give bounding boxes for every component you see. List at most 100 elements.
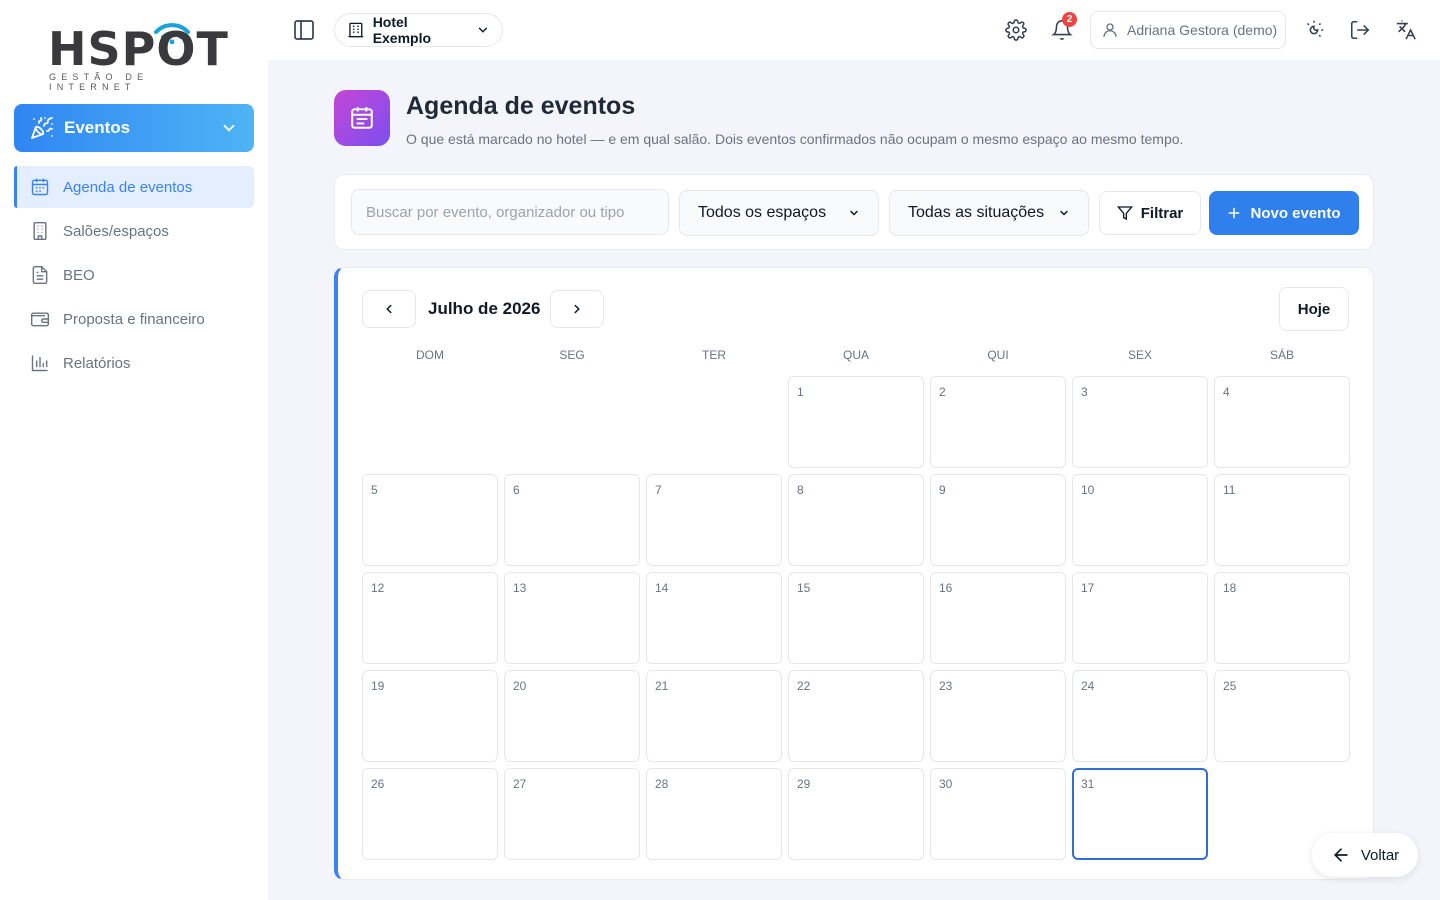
day-number: 5 — [371, 483, 378, 497]
day-number: 23 — [939, 679, 953, 693]
day-number: 15 — [797, 581, 811, 595]
search-input[interactable] — [351, 189, 669, 235]
chevron-down-icon — [850, 210, 858, 216]
calendar-day-cell[interactable]: 26 — [362, 768, 498, 860]
page-subtitle: O que está marcado no hotel — e em qual … — [406, 131, 1184, 147]
status-select-value: Todas as situações — [908, 204, 1045, 221]
sidebar-item-relatorios[interactable]: Relatórios — [14, 342, 254, 384]
prev-month-button[interactable] — [362, 290, 416, 328]
day-number: 27 — [513, 777, 527, 791]
topbar: Hotel Exemplo 2 Adriana Gestora (demo) — [268, 0, 1440, 60]
day-number: 18 — [1223, 581, 1237, 595]
module-selector-eventos[interactable]: Eventos — [14, 104, 254, 152]
notifications-bell-icon[interactable]: 2 — [1050, 12, 1077, 42]
theme-toggle-icon[interactable] — [1302, 18, 1326, 42]
calendar-day-cell[interactable]: 31 — [1072, 768, 1208, 860]
calendar-day-cell[interactable]: 5 — [362, 474, 498, 566]
calendar-day-cell[interactable]: 7 — [646, 474, 782, 566]
calendar-day-cell[interactable]: 11 — [1214, 474, 1350, 566]
calendar-day-cell[interactable]: 15 — [788, 572, 924, 664]
status-select[interactable]: Todas as situações — [889, 190, 1089, 236]
sidebar-item-proposta[interactable]: Proposta e financeiro — [14, 298, 254, 340]
filters-bar: Todos os espaços Todas as situações Filt… — [334, 174, 1374, 250]
sidebar-toggle-icon[interactable] — [292, 18, 316, 42]
calendar-day-cell[interactable]: 14 — [646, 572, 782, 664]
chevron-down-icon — [1060, 210, 1068, 216]
sidebar-item-saloes[interactable]: Salões/espaços — [14, 210, 254, 252]
weekday-header: DOM — [416, 348, 444, 362]
back-label: Voltar — [1360, 846, 1400, 864]
new-event-label: Novo evento — [1250, 204, 1341, 222]
calendar-day-cell[interactable]: 12 — [362, 572, 498, 664]
calendar-icon — [334, 90, 390, 146]
weekday-header: SÁB — [1269, 348, 1294, 362]
calendar-day-cell[interactable]: 16 — [930, 572, 1066, 664]
weekday-header: SEG — [559, 348, 585, 362]
day-number: 19 — [371, 679, 385, 693]
calendar-card: Julho de 2026 Hoje DOM SEG TER QUA QUI SEX SÁB… — [334, 267, 1374, 880]
calendar-day-cell[interactable]: 17 — [1072, 572, 1208, 664]
space-select-value: Todos os espaços — [698, 204, 827, 221]
logo-wordmark: HSPOT — [48, 22, 229, 76]
sidebar-item-agenda[interactable]: Agenda de eventos — [14, 166, 254, 208]
logo-subtitle: GESTÃO DE INTERNET — [49, 72, 149, 92]
calendar-day-cell[interactable]: 23 — [930, 670, 1066, 762]
day-number: 17 — [1081, 581, 1095, 595]
calendar-day-cell[interactable]: 30 — [930, 768, 1066, 860]
day-number: 25 — [1223, 679, 1237, 693]
hotel-selector[interactable]: Hotel Exemplo — [334, 13, 503, 47]
day-number: 31 — [1081, 777, 1095, 791]
back-button[interactable]: Voltar — [1312, 833, 1418, 877]
calendar-day-cell[interactable]: 8 — [788, 474, 924, 566]
chevron-down-icon — [479, 27, 488, 33]
calendar-day-cell[interactable]: 25 — [1214, 670, 1350, 762]
calendar-day-cell[interactable]: 21 — [646, 670, 782, 762]
day-number: 29 — [797, 777, 811, 791]
filter-button[interactable]: Filtrar — [1099, 191, 1201, 235]
calendar-day-cell[interactable]: 27 — [504, 768, 640, 860]
calendar-day-cell[interactable]: 18 — [1214, 572, 1350, 664]
month-label: Julho de 2026 — [428, 299, 541, 318]
space-select[interactable]: Todos os espaços — [679, 190, 879, 236]
arrow-left-icon — [1333, 848, 1348, 862]
day-number: 26 — [371, 777, 385, 791]
calendar-day-cell[interactable]: 13 — [504, 572, 640, 664]
calendar-day-cell[interactable]: 20 — [504, 670, 640, 762]
calendar-day-cell[interactable]: 10 — [1072, 474, 1208, 566]
day-number: 24 — [1081, 679, 1095, 693]
sidebar-item-label: BEO — [63, 266, 95, 284]
document-icon — [30, 265, 50, 285]
sidebar-nav: Agenda de eventos Salões/espaços BEO Pro… — [14, 166, 254, 386]
calendar-day-cell[interactable]: 24 — [1072, 670, 1208, 762]
day-number: 12 — [371, 581, 385, 595]
bar-chart-icon — [30, 353, 50, 373]
calendar-day-cell[interactable]: 2 — [930, 376, 1066, 468]
filter-button-label: Filtrar — [1140, 204, 1184, 222]
calendar-day-cell[interactable]: 9 — [930, 474, 1066, 566]
calendar-day-cell[interactable]: 29 — [788, 768, 924, 860]
today-button[interactable]: Hoje — [1279, 287, 1349, 331]
hspot-logo: HSPOT GESTÃO DE INTERNET — [48, 20, 228, 92]
translate-icon[interactable] — [1394, 18, 1418, 42]
next-month-button[interactable] — [550, 290, 604, 328]
user-menu[interactable]: Adriana Gestora (demo) — [1090, 11, 1286, 49]
sidebar-item-beo[interactable]: BEO — [14, 254, 254, 296]
user-icon — [1103, 23, 1117, 37]
weekday-header: SEX — [1127, 348, 1152, 362]
day-number: 11 — [1223, 483, 1236, 497]
calendar-day-cell[interactable]: 3 — [1072, 376, 1208, 468]
building-icon — [30, 221, 50, 241]
logout-icon[interactable] — [1348, 18, 1372, 42]
calendar-day-cell[interactable]: 6 — [504, 474, 640, 566]
calendar-day-cell[interactable]: 22 — [788, 670, 924, 762]
calendar-day-cell[interactable]: 19 — [362, 670, 498, 762]
calendar-day-cell[interactable]: 4 — [1214, 376, 1350, 468]
calendar-day-cell[interactable]: 28 — [646, 768, 782, 860]
new-event-button[interactable]: Novo evento — [1209, 191, 1359, 235]
calendar-icon — [30, 177, 50, 197]
day-number: 30 — [939, 777, 953, 791]
calendar-day-cell[interactable]: 1 — [788, 376, 924, 468]
hotel-icon — [348, 22, 364, 38]
settings-gear-icon[interactable] — [1004, 18, 1028, 42]
day-number: 22 — [797, 679, 811, 693]
